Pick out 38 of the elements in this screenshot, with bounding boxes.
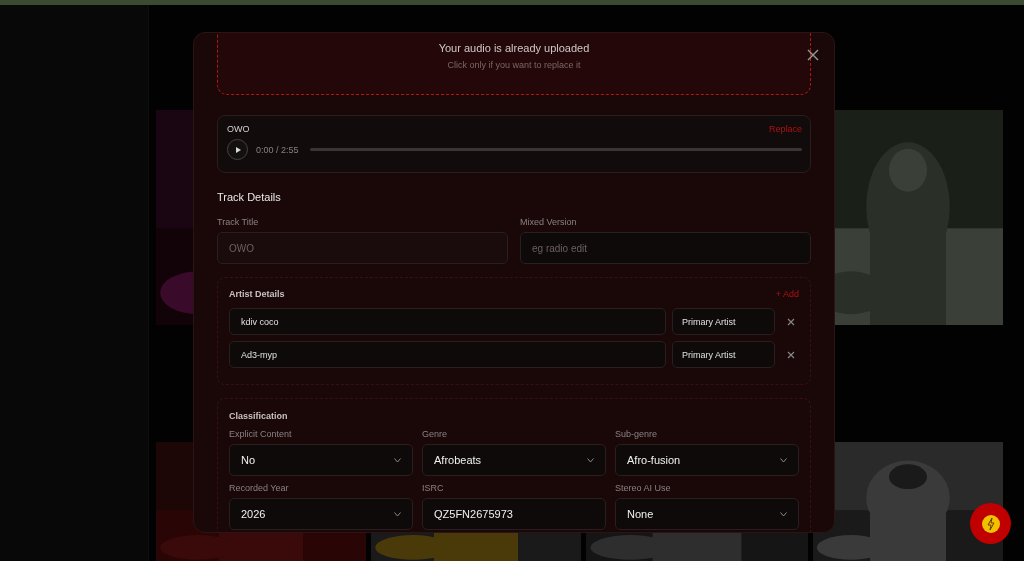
play-button[interactable] bbox=[227, 139, 248, 160]
progress-track[interactable] bbox=[309, 148, 802, 151]
input-field[interactable]: OWO bbox=[217, 232, 508, 264]
role-select[interactable]: Primary Artist bbox=[672, 308, 775, 335]
select-field[interactable]: Afro-fusion bbox=[615, 444, 799, 476]
field-label: Sub-genre bbox=[615, 429, 659, 439]
artist-name-field[interactable]: kdiv coco bbox=[229, 308, 666, 335]
panel-heading: Artist Details bbox=[229, 289, 285, 299]
chevron-down-icon bbox=[780, 457, 787, 463]
input-field[interactable]: QZ5FN2675973 bbox=[422, 498, 606, 530]
chevron-down-icon bbox=[780, 511, 787, 517]
close-icon[interactable] bbox=[807, 49, 819, 61]
input-field[interactable]: eg radio edit bbox=[520, 232, 811, 264]
select-field[interactable]: No bbox=[229, 444, 413, 476]
chevron-down-icon bbox=[587, 457, 594, 463]
select-field[interactable]: Afrobeats bbox=[422, 444, 606, 476]
chevron-down-icon bbox=[394, 457, 401, 463]
field-label: Recorded Year bbox=[229, 483, 290, 493]
field-label: ISRC bbox=[422, 483, 445, 493]
select-field[interactable]: 2026 bbox=[229, 498, 413, 530]
role-select[interactable]: Primary Artist bbox=[672, 341, 775, 368]
audio-file-name: OWO bbox=[227, 124, 250, 134]
upload-hint: Click only if you want to replace it bbox=[447, 60, 581, 70]
field-label: Track Title bbox=[217, 217, 260, 227]
field-label: Mixed Version bbox=[520, 217, 578, 227]
field-label: Genre bbox=[422, 429, 448, 439]
play-icon bbox=[233, 145, 242, 154]
lightning-icon bbox=[981, 514, 1000, 533]
panel-heading: Classification bbox=[229, 411, 289, 421]
artist-name-field[interactable]: Ad3-myp bbox=[229, 341, 666, 368]
chevron-down-icon bbox=[394, 511, 401, 517]
field-label: Stereo AI Use bbox=[615, 483, 672, 493]
field-label: Explicit Content bbox=[229, 429, 293, 439]
select-field[interactable]: None bbox=[615, 498, 799, 530]
audio-time: 0:00 / 2:55 bbox=[256, 144, 299, 155]
upload-dropzone[interactable]: Your audio is already uploaded Click only if you want to replace it bbox=[217, 33, 811, 95]
section-heading: Track Details bbox=[217, 191, 282, 203]
upload-title: Your audio is already uploaded bbox=[438, 42, 590, 54]
